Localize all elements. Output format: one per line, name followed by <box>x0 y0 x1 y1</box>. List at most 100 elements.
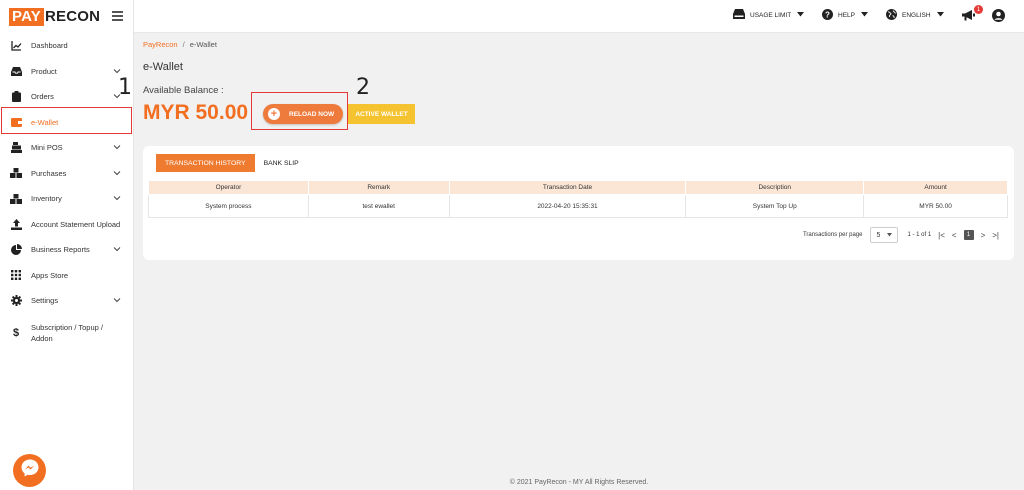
sidebar-item-settings[interactable]: Settings <box>0 288 133 314</box>
cell-operator: System process <box>148 194 309 218</box>
tab-transaction-history[interactable]: TRANSACTION HISTORY <box>156 154 255 172</box>
sidebar-item-label: Account Statement Upload <box>31 219 121 229</box>
annotation-number-2: 2 <box>356 75 370 100</box>
chart-line-icon <box>10 40 22 52</box>
caret-down-icon <box>797 11 805 19</box>
column-header[interactable]: Description <box>685 180 865 195</box>
caret-down-icon <box>860 12 868 19</box>
sidebar-item-account-statement-upload[interactable]: Account Statement Upload <box>0 212 133 238</box>
sidebar-item-label: Dashboard <box>31 41 68 51</box>
per-page-label: Transactions per page <box>802 232 863 238</box>
sidebar-item-label: Settings <box>31 296 59 306</box>
sidebar-item-mini-pos[interactable]: Mini POS <box>0 135 133 161</box>
sidebar-item-inventory[interactable]: Inventory <box>0 186 133 212</box>
next-page-icon[interactable]: > <box>981 231 986 240</box>
breadcrumb-separator: / <box>182 40 185 49</box>
available-balance-label: Available Balance : <box>143 85 224 96</box>
sidebar-item-label: Subscription / Topup / Addon <box>31 322 103 343</box>
column-header[interactable]: Transaction Date <box>448 180 687 195</box>
sidebar-item-product[interactable]: Product <box>0 59 133 85</box>
sidebar-item-label: Apps Store <box>31 270 69 280</box>
cell-transaction-date: 2022-04-20 15:35:31 <box>448 194 687 218</box>
inbox-icon <box>10 65 22 77</box>
language-label: ENGLISH <box>902 12 931 19</box>
help-label: HELP <box>838 12 855 19</box>
column-header[interactable]: Operator <box>148 180 309 195</box>
logo-row: PAY RECON <box>0 0 133 33</box>
help-dropdown[interactable]: ? HELP <box>822 9 868 22</box>
previous-page-icon[interactable]: < <box>952 231 957 240</box>
usage-limit-dropdown[interactable]: USAGE LIMIT <box>733 9 805 21</box>
globe-icon <box>886 9 897 22</box>
sidebar-item-purchases[interactable]: Purchases <box>0 161 133 187</box>
boxes-icon <box>10 167 22 179</box>
logo-pay: PAY <box>9 7 44 26</box>
per-page-value: 5 <box>876 231 881 239</box>
breadcrumb-root-link[interactable]: PayRecon <box>143 40 178 49</box>
table-header-row: Operator Remark Transaction Date Descrip… <box>148 180 1008 195</box>
svg-text:?: ? <box>825 10 830 19</box>
last-page-icon[interactable]: >| <box>992 231 999 240</box>
tab-bank-slip[interactable]: BANK SLIP <box>255 154 308 172</box>
sidebar-item-label: Orders <box>31 92 54 102</box>
sidebar-item-subscription[interactable]: $ Subscription / Topup / Addon <box>0 314 133 352</box>
table-row[interactable]: System process test ewallet 2022-04-20 1… <box>148 194 1008 218</box>
page-range: 1 - 1 of 1 <box>907 232 932 238</box>
column-header[interactable]: Amount <box>863 180 1008 195</box>
usage-limit-label: USAGE LIMIT <box>750 11 792 19</box>
annotation-box-2 <box>251 92 348 130</box>
pagination: Transactions per page 5 1 - 1 of 1 |< < … <box>803 227 999 243</box>
menu-toggle-icon[interactable] <box>112 11 123 21</box>
dollar-icon: $ <box>12 326 20 339</box>
chevron-down-icon <box>113 145 121 150</box>
notifications-button[interactable] <box>962 10 975 23</box>
per-page-select[interactable]: 5 <box>870 227 899 243</box>
chevron-down-icon <box>113 196 121 201</box>
sidebar-item-label: Purchases <box>31 168 67 178</box>
first-page-icon[interactable]: |< <box>938 231 945 240</box>
megaphone-icon <box>962 10 975 23</box>
breadcrumb: PayRecon / e-Wallet <box>143 40 217 49</box>
gear-icon <box>10 295 22 307</box>
grid-icon <box>10 269 22 281</box>
page-title: e-Wallet <box>143 61 183 73</box>
breadcrumb-current: e-Wallet <box>189 40 217 49</box>
language-dropdown[interactable]: ENGLISH <box>886 9 944 22</box>
logo-recon: RECON <box>44 8 101 25</box>
sidebar-item-label: Mini POS <box>31 143 63 153</box>
sidebar-item-label: Business Reports <box>31 245 90 255</box>
sidebar-item-dashboard[interactable]: Dashboard <box>0 33 133 59</box>
chevron-down-icon <box>113 68 121 73</box>
upload-icon <box>10 218 22 230</box>
current-page-button[interactable]: 1 <box>963 230 974 240</box>
cell-amount: MYR 50.00 <box>863 194 1008 218</box>
active-wallet-button[interactable]: ACTIVE WALLET <box>348 104 415 124</box>
column-header[interactable]: Remark <box>307 180 450 195</box>
chevron-down-icon <box>113 298 121 303</box>
user-circle-icon <box>992 9 1005 24</box>
annotation-number-1: 1 <box>118 75 132 100</box>
sidebar-item-label: Inventory <box>31 194 62 204</box>
pie-chart-icon <box>10 244 22 256</box>
balance-value: MYR 50.00 <box>143 101 249 124</box>
sidebar-item-business-reports[interactable]: Business Reports <box>0 237 133 263</box>
cell-description: System Top Up <box>685 194 865 218</box>
brand-logo[interactable]: PAY RECON <box>9 7 101 26</box>
clipboard-icon <box>10 91 22 103</box>
caret-down-icon <box>936 12 944 19</box>
transactions-card: TRANSACTION HISTORY BANK SLIP Operator R… <box>143 146 1014 260</box>
sidebar-item-orders[interactable]: Orders <box>0 84 133 110</box>
notification-badge: 1 <box>974 5 983 14</box>
sidebar: PAY RECON Dashboard Product Orders e-Wal… <box>0 0 134 490</box>
sidebar-item-apps-store[interactable]: Apps Store <box>0 263 133 289</box>
sidebar-nav: Dashboard Product Orders e-Wallet Mini P… <box>0 33 133 352</box>
boxes-icon <box>10 193 22 205</box>
messenger-chat-button[interactable] <box>13 454 46 487</box>
sidebar-item-label: Product <box>31 66 57 76</box>
footer-copyright: © 2021 PayRecon - MY All Rights Reserved… <box>509 479 649 486</box>
user-account-button[interactable] <box>992 9 1005 24</box>
caret-down-icon <box>887 232 893 239</box>
cell-remark: test ewallet <box>307 194 450 218</box>
question-circle-icon: ? <box>822 9 833 22</box>
chevron-down-icon <box>113 247 121 252</box>
